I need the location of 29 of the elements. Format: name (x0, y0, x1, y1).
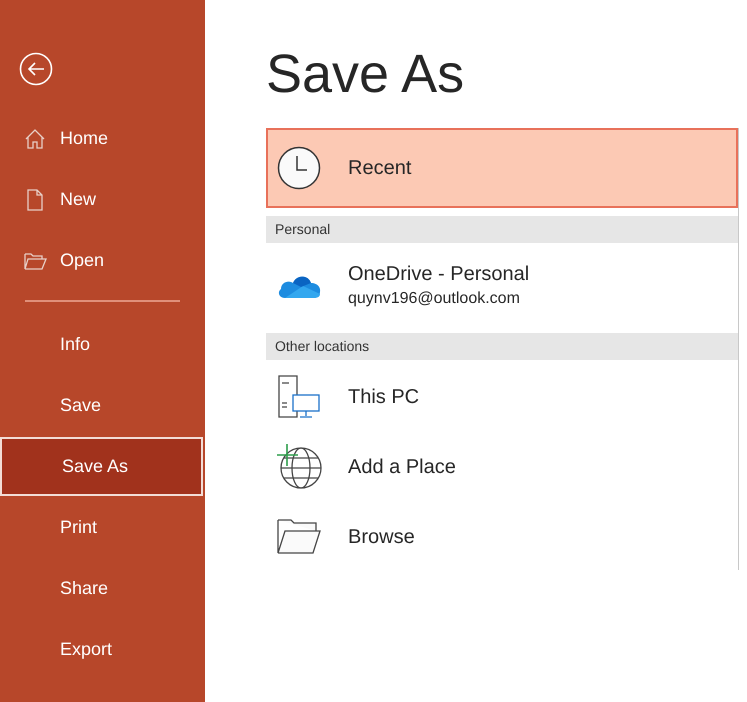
home-icon (23, 126, 47, 150)
computer-icon (277, 375, 321, 419)
sidebar-item[interactable]: Export (0, 620, 205, 679)
sidebar-item[interactable]: Save (0, 376, 205, 435)
sidebar-item[interactable]: Save As (0, 437, 203, 496)
sidebar-item[interactable]: Share (0, 559, 205, 618)
sidebar-item[interactable]: Info (0, 315, 205, 374)
globe-icon (277, 444, 323, 490)
location-item[interactable]: Browse (266, 504, 738, 570)
location-label: Recent (348, 156, 412, 181)
location-label: OneDrive - Personal (348, 262, 530, 287)
section-header: Other locations (266, 333, 738, 360)
clock-icon (277, 146, 321, 190)
sidebar-item[interactable]: Home (0, 109, 205, 168)
location-item[interactable]: Add a Place (266, 434, 738, 500)
sidebar-item[interactable]: New (0, 170, 205, 229)
location-item[interactable]: OneDrive - Personal quynv196@outlook.com (266, 247, 738, 325)
section-header: Personal (266, 216, 738, 243)
back-button[interactable] (19, 52, 53, 86)
sidebar-item[interactable]: Print (0, 498, 205, 557)
sidebar-item[interactable]: Open (0, 231, 205, 290)
location-label: This PC (348, 385, 420, 410)
location-item[interactable]: Recent (266, 128, 738, 208)
location-item[interactable]: This PC (266, 364, 738, 430)
location-label: Add a Place (348, 455, 456, 480)
page-title: Save As (266, 43, 466, 106)
location-label: Browse (348, 525, 415, 550)
folder-icon (277, 519, 321, 555)
location-sublabel: quynv196@outlook.com (348, 289, 521, 309)
